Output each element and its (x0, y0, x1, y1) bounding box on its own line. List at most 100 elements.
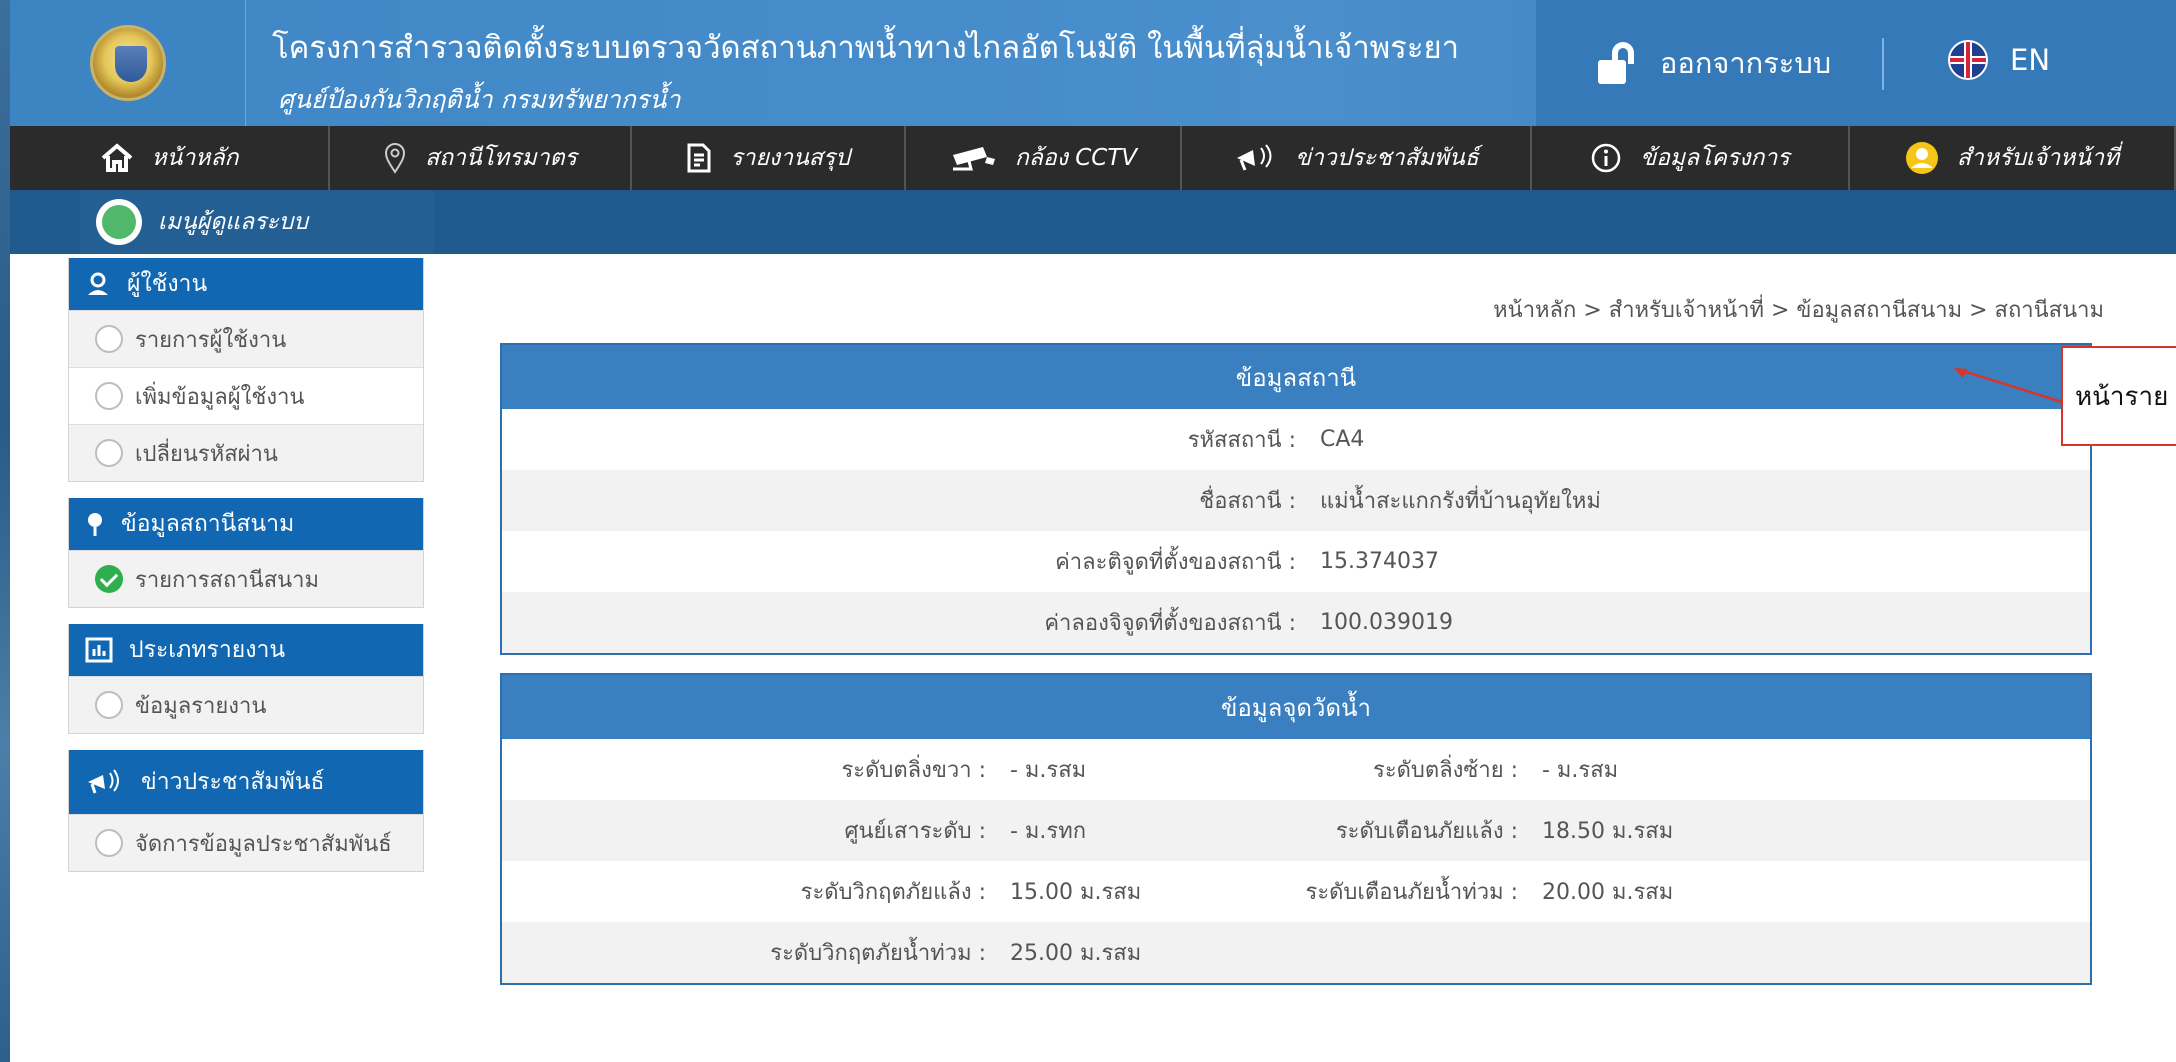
megaphone-icon (88, 769, 119, 794)
nav-item-news[interactable]: ข่าวประชาสัมพันธ์ (1182, 126, 1532, 190)
logout-button[interactable]: ออกจากระบบ (1598, 40, 1831, 86)
radio-icon (95, 382, 123, 410)
panel-title: ข้อมูลจุดวัดน้ำ (502, 675, 2090, 739)
sidebar-item-label: ข้อมูลรายงาน (135, 693, 267, 719)
site-title: โครงการสำรวจติดตั้งระบบตรวจวัดสถานภาพน้ำ… (272, 30, 1460, 66)
sidebar-item-change-password[interactable]: เปลี่ยนรหัสผ่าน (69, 424, 423, 481)
sidebar: ผู้ใช้งาน รายการผู้ใช้งาน เพิ่มข้อมูลผู้… (68, 258, 424, 888)
department-emblem-icon (89, 25, 166, 101)
admin-icon (96, 199, 142, 245)
sidebar-group-title: ข่าวประชาสัมพันธ์ (141, 769, 325, 795)
nav-label: รายงานสรุป (730, 145, 850, 171)
field-value: CA4 (1320, 427, 1365, 452)
sidebar-group-header: ข้อมูลสถานีสนาม (69, 498, 423, 550)
field-label: ชื่อสถานี : (1199, 489, 1296, 514)
annotation-arrow-icon (1954, 368, 2063, 404)
field-value: 25.00 ม.รสม (1010, 941, 1142, 966)
nav-label: ข่าวประชาสัมพันธ์ (1295, 145, 1479, 171)
logo[interactable] (10, 0, 246, 126)
nav-item-home[interactable]: หน้าหลัก (10, 126, 330, 190)
uk-flag-icon (1948, 40, 1988, 80)
sidebar-group-header: ประเภทรายงาน (69, 624, 423, 676)
map-pin-icon (385, 143, 406, 174)
sidebar-group-users: ผู้ใช้งาน รายการผู้ใช้งาน เพิ่มข้อมูลผู้… (68, 258, 424, 482)
table-row: รหัสสถานี : CA4 (502, 409, 2090, 470)
header-actions: ออกจากระบบ EN (1536, 0, 2176, 126)
breadcrumb[interactable]: หน้าหลัก > สำหรับเจ้าหน้าที่ > ข้อมูลสถา… (1493, 292, 2104, 327)
sidebar-group-header: ผู้ใช้งาน (69, 258, 423, 310)
field-value: - ม.รสม (1542, 758, 1619, 783)
radio-icon (95, 691, 123, 719)
logout-label: ออกจากระบบ (1660, 46, 1832, 80)
table-row: ศูนย์เสาระดับ : - ม.รทก ระดับเตือนภัยแล้… (502, 800, 2090, 861)
table-row: ระดับตลิ่งขวา : - ม.รสม ระดับตลิ่งซ้าย :… (502, 739, 2090, 800)
radio-icon (95, 439, 123, 467)
language-label: EN (2010, 43, 2051, 77)
admin-subbar: เมนูผู้ดูแลระบบ (10, 190, 2176, 254)
radio-icon (95, 325, 123, 353)
panel-title: ข้อมูลสถานี (502, 345, 2090, 409)
sidebar-item-add-user[interactable]: เพิ่มข้อมูลผู้ใช้งาน (69, 367, 423, 424)
pin-icon (88, 513, 102, 536)
table-row: ระดับวิกฤตภัยแล้ง : 15.00 ม.รสม ระดับเตื… (502, 861, 2090, 922)
field-label: ระดับตลิ่งขวา : (841, 758, 986, 783)
field-value: - ม.รสม (1010, 758, 1087, 783)
megaphone-icon (1237, 144, 1272, 171)
field-value: 20.00 ม.รสม (1542, 880, 1674, 905)
sidebar-group-title: ผู้ใช้งาน (127, 271, 208, 297)
field-value: 100.039019 (1320, 610, 1453, 635)
field-label: ระดับตลิ่งซ้าย : (1373, 758, 1518, 783)
field-value: 15.374037 (1320, 549, 1439, 574)
language-switch-button[interactable]: EN (1948, 40, 2050, 80)
field-label: ศูนย์เสาระดับ : (844, 819, 987, 844)
nav-item-staff[interactable]: สำหรับเจ้าหน้าที่ (1850, 126, 2176, 190)
unlock-icon (1598, 42, 1638, 84)
table-row: ชื่อสถานี : แม่น้ำสะแกกรังที่บ้านอุทัยให… (502, 470, 2090, 531)
sidebar-item-report-data[interactable]: ข้อมูลรายงาน (69, 676, 423, 733)
sidebar-group-report-types: ประเภทรายงาน ข้อมูลรายงาน (68, 624, 424, 734)
field-label: รหัสสถานี : (1187, 428, 1296, 453)
field-label: ระดับเตือนภัยแล้ง : (1335, 819, 1518, 844)
site-subtitle: ศูนย์ป้องกันวิกฤติน้ำ กรมทรัพยากรน้ำ (278, 85, 681, 114)
sidebar-group-header: ข่าวประชาสัมพันธ์ (69, 750, 423, 814)
field-label: ระดับวิกฤตภัยน้ำท่วม : (770, 941, 986, 966)
field-value: 15.00 ม.รสม (1010, 880, 1142, 905)
water-point-panel: ข้อมูลจุดวัดน้ำ ระดับตลิ่งขวา : - ม.รสม … (500, 673, 2092, 985)
field-value: - ม.รทก (1010, 819, 1087, 844)
sidebar-item-station-list[interactable]: รายการสถานีสนาม (69, 550, 423, 607)
table-row: ค่าละติจูดที่ตั้งของสถานี : 15.374037 (502, 531, 2090, 592)
sidebar-item-label: จัดการข้อมูลประชาสัมพันธ์ (135, 831, 392, 857)
user-outline-icon (88, 272, 108, 295)
nav-item-reports[interactable]: รายงานสรุป (632, 126, 906, 190)
sidebar-item-manage-news[interactable]: จัดการข้อมูลประชาสัมพันธ์ (69, 814, 423, 871)
nav-item-cctv[interactable]: กล้อง CCTV (906, 126, 1182, 190)
left-water-strip (0, 0, 10, 1062)
sidebar-group-stations: ข้อมูลสถานีสนาม รายการสถานีสนาม (68, 498, 424, 608)
admin-menu-label: เมนูผู้ดูแลระบบ (158, 209, 308, 235)
station-info-panel: ข้อมูลสถานี รหัสสถานี : CA4 ชื่อสถานี : … (500, 343, 2092, 655)
bar-chart-icon (85, 637, 113, 663)
table-row: ค่าลองจิจูดที่ตั้งของสถานี : 100.039019 (502, 592, 2090, 653)
info-icon (1592, 143, 1621, 173)
admin-menu-tab[interactable]: เมนูผู้ดูแลระบบ (80, 190, 434, 254)
nav-label: ข้อมูลโครงการ (1640, 145, 1790, 171)
check-circle-icon (95, 565, 123, 593)
home-icon (101, 143, 132, 172)
radio-icon (95, 829, 123, 857)
field-value: 18.50 ม.รสม (1542, 819, 1674, 844)
nav-item-project-info[interactable]: ข้อมูลโครงการ (1532, 126, 1850, 190)
user-icon (1905, 142, 1938, 174)
nav-item-stations[interactable]: สถานีโทรมาตร (330, 126, 632, 190)
sidebar-item-label: เพิ่มข้อมูลผู้ใช้งาน (135, 384, 305, 410)
sidebar-item-label: เปลี่ยนรหัสผ่าน (135, 441, 278, 467)
header-divider (1882, 38, 1884, 90)
site-header: โครงการสำรวจติดตั้งระบบตรวจวัดสถานภาพน้ำ… (10, 0, 2176, 126)
field-label: ค่าละติจูดที่ตั้งของสถานี : (1055, 550, 1296, 575)
sidebar-item-user-list[interactable]: รายการผู้ใช้งาน (69, 310, 423, 367)
sidebar-group-title: ข้อมูลสถานีสนาม (121, 511, 295, 537)
annotation-callout: หน้าราย (2061, 346, 2176, 446)
nav-label: สำหรับเจ้าหน้าที่ (1956, 145, 2120, 171)
cctv-icon (952, 147, 995, 171)
table-row: ระดับวิกฤตภัยน้ำท่วม : 25.00 ม.รสม (502, 922, 2090, 983)
main-nav: หน้าหลัก สถานีโทรมาตร รายงานสรุป กล้อง C… (10, 126, 2176, 190)
